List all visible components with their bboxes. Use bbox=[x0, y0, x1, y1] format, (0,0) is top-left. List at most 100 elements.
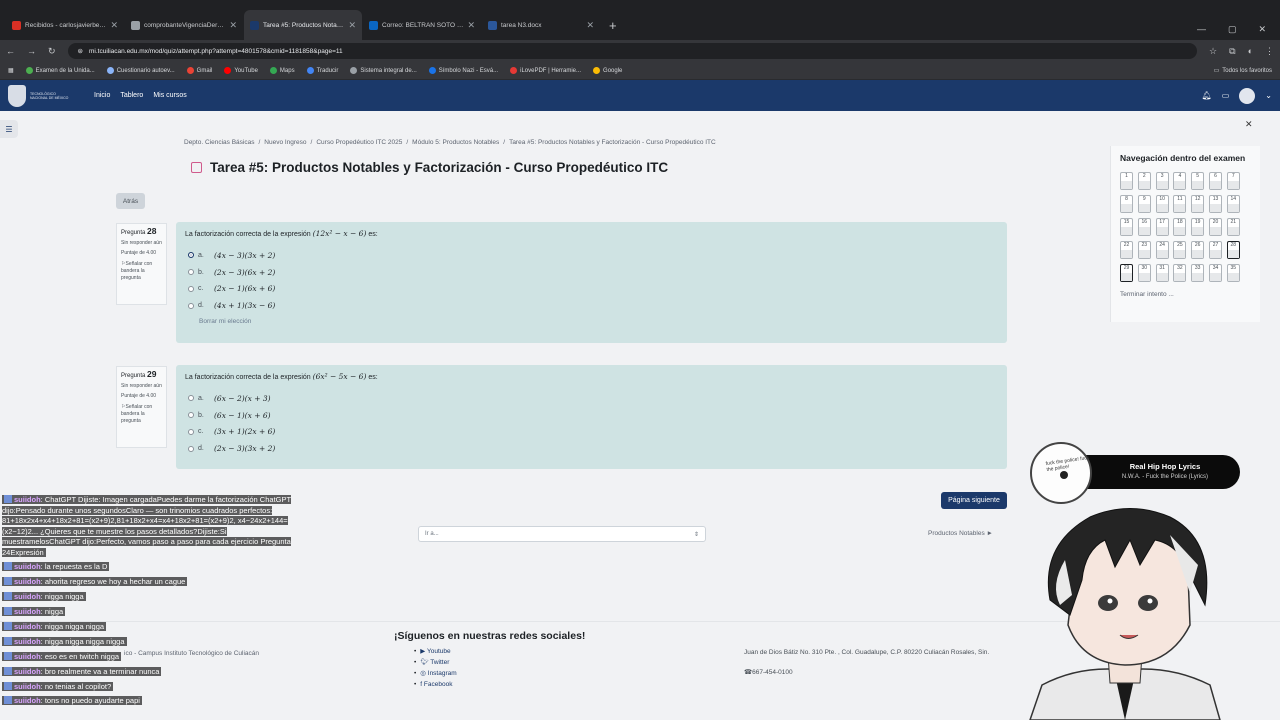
tab-close-icon[interactable]: ✕ bbox=[348, 20, 356, 31]
bookmark-item[interactable]: Sistema integral de... bbox=[350, 67, 417, 74]
bookmark-item[interactable]: YouTube bbox=[224, 67, 258, 74]
quiz-nav-button[interactable]: 6 bbox=[1208, 172, 1222, 190]
quiz-nav-button[interactable]: 2 bbox=[1137, 172, 1151, 190]
browser-tab[interactable]: comprobanteVigenciaDerecho ✕ bbox=[125, 10, 243, 40]
answer-option[interactable]: b. (2x − 3)(6x + 2) bbox=[185, 264, 998, 281]
radio-button[interactable] bbox=[188, 302, 194, 309]
quiz-nav-button[interactable]: 16 bbox=[1137, 218, 1151, 236]
quiz-nav-button[interactable]: 25 bbox=[1173, 241, 1187, 259]
quiz-nav-button[interactable]: 1 bbox=[1120, 172, 1133, 190]
answer-option[interactable]: a. (4x − 3)(3x + 2) bbox=[185, 247, 998, 264]
finish-attempt-link[interactable]: Terminar intento ... bbox=[1120, 291, 1251, 298]
breadcrumb-item[interactable]: Módulo 5: Productos Notables bbox=[412, 139, 499, 146]
breadcrumb-item[interactable]: Nuevo Ingreso bbox=[264, 139, 306, 146]
quiz-nav-button[interactable]: 21 bbox=[1226, 218, 1240, 236]
browser-tab[interactable]: Recibidos - carlosjavierbeltran ✕ bbox=[6, 10, 124, 40]
quiz-nav-button[interactable]: 32 bbox=[1173, 264, 1187, 282]
next-activity-link[interactable]: Productos Notables ► bbox=[928, 530, 993, 537]
messages-icon[interactable]: ▭ bbox=[1222, 91, 1230, 100]
tab-close-icon[interactable]: ✕ bbox=[586, 20, 594, 31]
tab-close-icon[interactable]: ✕ bbox=[110, 20, 118, 31]
quiz-nav-button[interactable]: 8 bbox=[1120, 195, 1133, 213]
answer-option[interactable]: b. (6x − 1)(x + 6) bbox=[185, 407, 998, 424]
quiz-nav-button[interactable]: 34 bbox=[1208, 264, 1222, 282]
reload-icon[interactable]: ↻ bbox=[48, 46, 56, 57]
quiz-nav-button[interactable]: 31 bbox=[1155, 264, 1169, 282]
back-button[interactable]: Atrás bbox=[116, 193, 145, 209]
answer-option[interactable]: d. (4x + 1)(3x − 6) bbox=[185, 297, 998, 314]
jump-to-select[interactable]: Ir a... ⇕ bbox=[418, 526, 706, 542]
quiz-nav-button[interactable]: 17 bbox=[1155, 218, 1169, 236]
radio-button[interactable] bbox=[188, 395, 194, 402]
url-field[interactable]: ⊜ mi.tcuiliacan.edu.mx/mod/quiz/attempt.… bbox=[67, 43, 1198, 59]
quiz-nav-button[interactable]: 24 bbox=[1155, 241, 1169, 259]
quiz-nav-button[interactable]: 7 bbox=[1226, 172, 1240, 190]
quiz-nav-button[interactable]: 9 bbox=[1137, 195, 1151, 213]
bookmark-item[interactable]: Gmail bbox=[186, 67, 212, 74]
flag-question-link[interactable]: ⚐Señalar con bandera la pregunta bbox=[121, 261, 162, 282]
social-link[interactable]: f Facebook bbox=[414, 679, 585, 690]
quiz-nav-button[interactable]: 11 bbox=[1173, 195, 1187, 213]
quiz-nav-button[interactable]: 15 bbox=[1120, 218, 1133, 236]
back-icon[interactable]: ← bbox=[6, 46, 15, 56]
close-window-icon[interactable]: ✕ bbox=[1258, 24, 1266, 35]
bookmark-item[interactable]: Google bbox=[593, 67, 622, 74]
answer-option[interactable]: d. (2x − 3)(3x + 2) bbox=[185, 440, 998, 457]
quiz-nav-button[interactable]: 4 bbox=[1173, 172, 1187, 190]
forward-icon[interactable]: → bbox=[27, 46, 36, 56]
breadcrumb-item[interactable]: Curso Propedéutico ITC 2025 bbox=[316, 139, 402, 146]
all-bookmarks-link[interactable]: ▭ Todos los favoritos bbox=[1214, 67, 1272, 75]
social-link[interactable]: 🐦︎ Twitter bbox=[414, 657, 585, 668]
nav-link[interactable]: Mis cursos bbox=[153, 92, 186, 99]
answer-option[interactable]: c. (2x − 1)(6x + 6) bbox=[185, 281, 998, 298]
quiz-nav-button[interactable]: 33 bbox=[1191, 264, 1205, 282]
quiz-nav-button[interactable]: 14 bbox=[1226, 195, 1240, 213]
profile-icon[interactable]: ◐ bbox=[1248, 46, 1253, 56]
quiz-nav-button[interactable]: 3 bbox=[1155, 172, 1169, 190]
quiz-nav-button[interactable]: 19 bbox=[1191, 218, 1205, 236]
radio-button[interactable] bbox=[188, 252, 194, 259]
extensions-icon[interactable]: ⧉ bbox=[1229, 46, 1235, 57]
quiz-nav-button[interactable]: 30 bbox=[1137, 264, 1151, 282]
radio-button[interactable] bbox=[188, 412, 194, 419]
answer-option[interactable]: a. (6x − 2)(x + 3) bbox=[185, 390, 998, 407]
bookmark-item[interactable]: Cuestionario autoev... bbox=[106, 67, 175, 74]
quiz-nav-button[interactable]: 5 bbox=[1191, 172, 1205, 190]
quiz-nav-button[interactable]: 23 bbox=[1137, 241, 1151, 259]
quiz-nav-button[interactable]: 18 bbox=[1173, 218, 1187, 236]
course-index-toggle[interactable]: ☰ bbox=[0, 120, 18, 138]
flag-question-link[interactable]: ⚐Señalar con bandera la pregunta bbox=[121, 404, 162, 425]
nav-link[interactable]: Tablero bbox=[120, 92, 143, 99]
nav-link[interactable]: Inicio bbox=[94, 92, 110, 99]
quiz-nav-button[interactable]: 10 bbox=[1155, 195, 1169, 213]
site-logo[interactable]: TECNOLÓGICO NACIONAL DE MÉXICO bbox=[8, 84, 80, 107]
browser-tab[interactable]: Correo: BELTRAN SOTO CARLOS ✕ bbox=[363, 10, 481, 40]
menu-icon[interactable]: ⋮ bbox=[1265, 46, 1274, 57]
bookmark-item[interactable]: Símbolo Nazi - Esvá... bbox=[428, 67, 498, 74]
bookmark-item[interactable]: Traducir bbox=[306, 67, 338, 74]
bookmark-item[interactable]: iLovePDF | Herramie... bbox=[510, 67, 581, 74]
bookmark-star-icon[interactable]: ☆ bbox=[1209, 46, 1217, 57]
next-page-button[interactable]: Página siguiente bbox=[941, 492, 1007, 509]
radio-button[interactable] bbox=[188, 285, 194, 292]
minimize-icon[interactable]: — bbox=[1197, 24, 1206, 35]
new-tab-icon[interactable]: + bbox=[601, 10, 625, 40]
quiz-nav-button[interactable]: 27 bbox=[1208, 241, 1222, 259]
site-info-icon[interactable]: ⊜ bbox=[78, 47, 83, 55]
quiz-nav-button[interactable]: 29 bbox=[1120, 264, 1133, 282]
answer-option[interactable]: c. (3x + 1)(2x + 6) bbox=[185, 424, 998, 441]
close-icon[interactable]: ✕ bbox=[1245, 119, 1253, 130]
radio-button[interactable] bbox=[188, 269, 194, 276]
notifications-icon[interactable]: 🔔︎ bbox=[1202, 91, 1212, 100]
radio-button[interactable] bbox=[188, 445, 194, 452]
quiz-nav-button[interactable]: 22 bbox=[1120, 241, 1133, 259]
browser-tab[interactable]: tarea N3.docx ✕ bbox=[482, 10, 600, 40]
quiz-nav-button[interactable]: 20 bbox=[1208, 218, 1222, 236]
quiz-nav-button[interactable]: 13 bbox=[1208, 195, 1222, 213]
bookmark-item[interactable]: Examen de la Unida... bbox=[25, 67, 95, 74]
quiz-nav-button[interactable]: 26 bbox=[1191, 241, 1205, 259]
social-link[interactable]: ◎ Instagram bbox=[414, 668, 585, 679]
tab-close-icon[interactable]: ✕ bbox=[229, 20, 237, 31]
tab-close-icon[interactable]: ✕ bbox=[467, 20, 475, 31]
maximize-icon[interactable]: ▢ bbox=[1228, 24, 1237, 35]
